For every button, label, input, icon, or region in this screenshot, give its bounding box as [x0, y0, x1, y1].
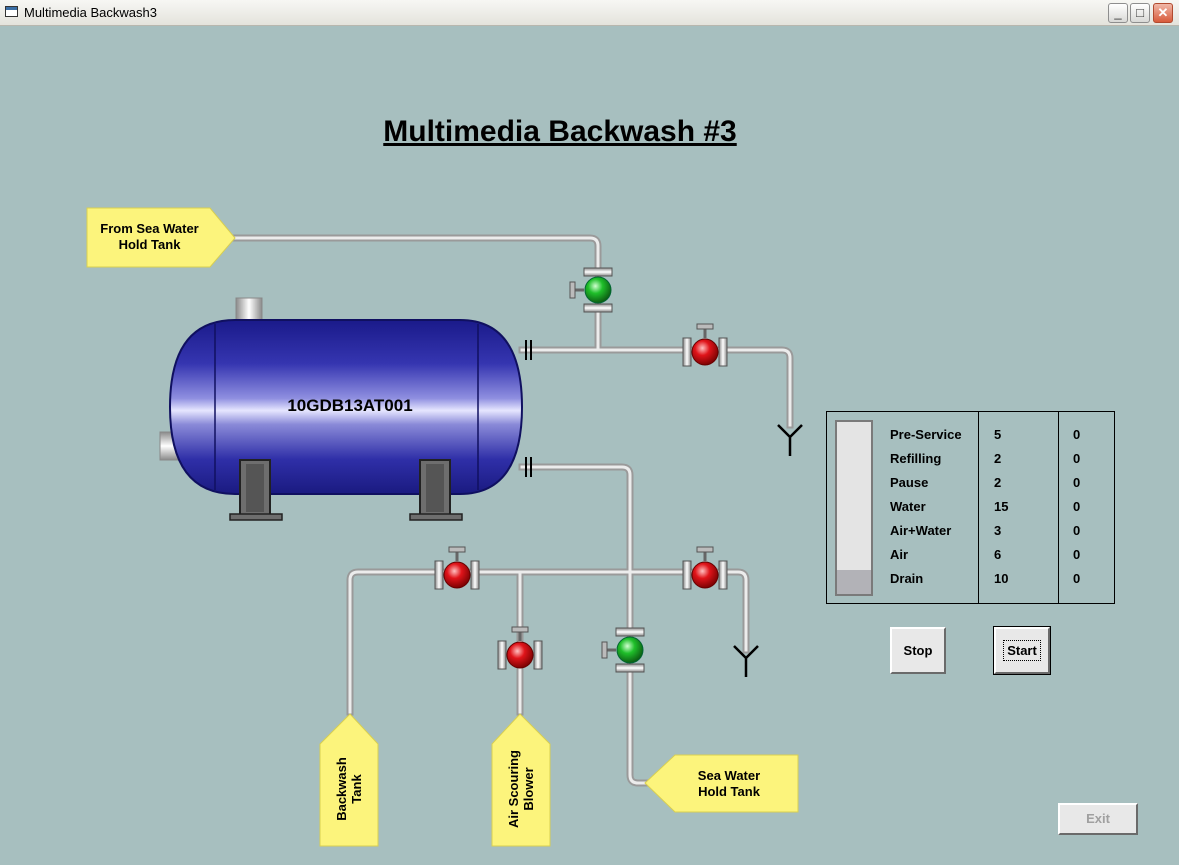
step-setpoint: 5 — [994, 427, 1002, 442]
step-setpoint: 6 — [994, 547, 1002, 562]
step-elapsed: 0 — [1073, 547, 1081, 562]
step-name: Pause — [890, 475, 929, 490]
step-setpoint: 2 — [994, 451, 1002, 466]
stop-button[interactable]: Stop — [890, 627, 946, 674]
step-setpoint: 10 — [994, 571, 1009, 586]
air-valve[interactable] — [497, 626, 543, 670]
step-elapsed: 0 — [1073, 571, 1081, 586]
inlet-valve[interactable] — [569, 267, 613, 313]
bottom-drain-valve[interactable] — [682, 546, 728, 590]
sequence-progress-bar — [835, 420, 873, 596]
step-elapsed: 0 — [1073, 499, 1081, 514]
exit-button[interactable]: Exit — [1058, 803, 1138, 835]
label-from-sea-water-hold-tank: From Sea Water Hold Tank — [100, 221, 199, 252]
label-air-scouring-blower: Air Scouring Blower — [506, 750, 536, 829]
step-name: Drain — [890, 571, 924, 586]
label-backwash-tank: Backwash Tank — [334, 757, 364, 821]
label-sea-water-hold-tank: Sea Water Hold Tank — [697, 768, 761, 799]
start-button-label: Start — [1003, 640, 1041, 661]
step-name: Refilling — [890, 451, 942, 466]
step-name: Water — [890, 499, 926, 514]
step-setpoint: 2 — [994, 475, 1002, 490]
step-setpoint: 15 — [994, 499, 1009, 514]
backwash-valve[interactable] — [434, 546, 480, 590]
step-elapsed: 0 — [1073, 523, 1081, 538]
step-setpoint: 3 — [994, 523, 1002, 538]
outlet-valve[interactable] — [601, 627, 645, 673]
step-elapsed: 0 — [1073, 427, 1081, 442]
top-drain-valve[interactable] — [682, 323, 728, 367]
step-name: Air+Water — [890, 523, 952, 538]
step-elapsed: 0 — [1073, 475, 1081, 490]
step-name: Pre-Service — [890, 427, 962, 442]
sequence-panel: Pre-Service 5 0 Refilling 2 0 Pause 2 0 Water 15 0 A… — [826, 411, 1115, 604]
step-elapsed: 0 — [1073, 451, 1081, 466]
panel-divider — [978, 412, 979, 603]
sequence-progress-fill — [837, 569, 871, 594]
start-button[interactable]: Start — [993, 626, 1051, 675]
vessel-tag: 10GDB13AT001 — [287, 396, 413, 415]
drain-funnel-top — [777, 424, 803, 456]
panel-divider — [1058, 412, 1059, 603]
step-name: Air — [890, 547, 909, 562]
